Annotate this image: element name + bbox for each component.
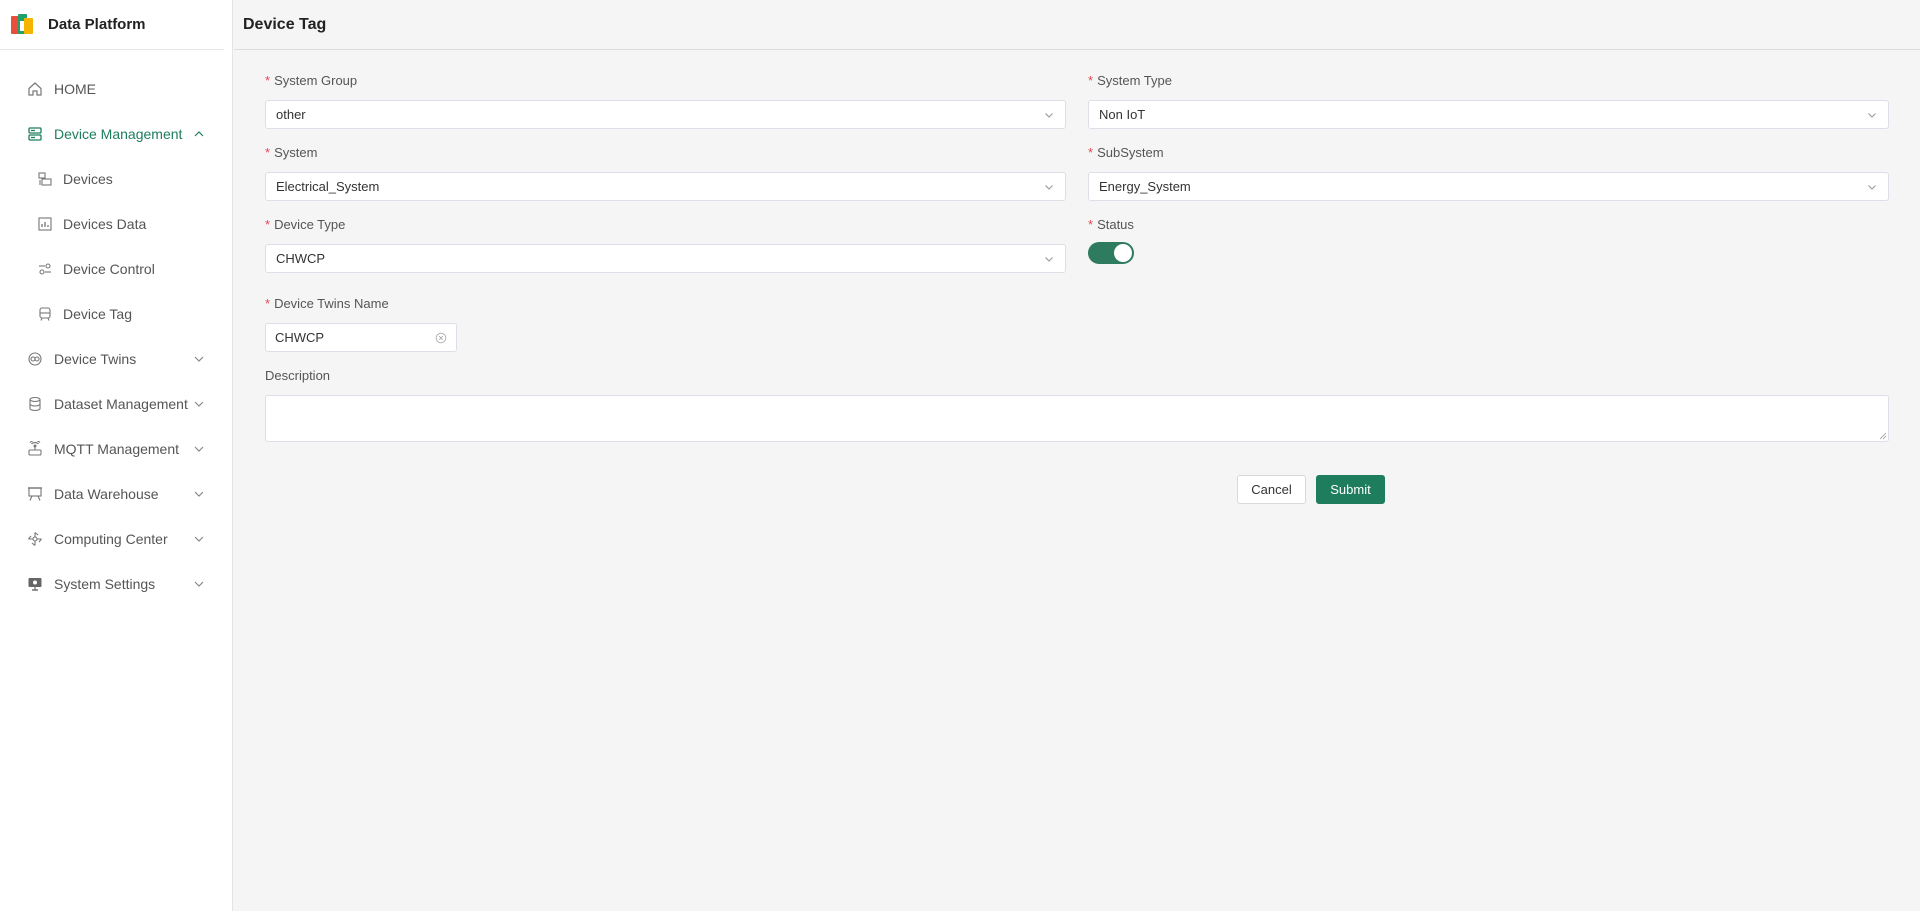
sidebar-item-label: Device Tag [63,305,133,322]
system-type-select[interactable]: Non IoT [1088,100,1889,129]
system-select[interactable]: Electrical_System [265,172,1066,201]
device-twins-name-label: * Device Twins Name [265,296,389,311]
home-icon [26,80,44,98]
system-value: Electrical_System [276,179,380,194]
required-mark: * [1088,217,1094,232]
system-group-select[interactable]: other [265,100,1066,129]
description-field: Description [265,367,1889,442]
app-title: Data Platform [48,16,146,33]
sidebar-item-devices[interactable]: Devices [0,156,232,201]
system-type-value: Non IoT [1099,107,1146,122]
system-group-value: other [276,107,306,122]
database-icon [26,395,44,413]
brand-logo-icon [11,13,33,34]
sidebar-item-label: Computing Center [54,530,168,547]
device-control-icon [36,260,54,278]
sidebar-item-home[interactable]: HOME [0,66,232,111]
sidebar-item-label: Device Twins [54,350,137,367]
submit-button[interactable]: Submit [1316,475,1385,504]
description-textarea[interactable] [265,395,1889,442]
status-field: * Status [1088,216,1889,264]
sidebar-item-label: Devices [63,170,113,187]
system-type-label: * System Type [1088,73,1172,88]
chevron-down-icon [194,581,204,587]
device-type-field: * Device Type CHWCP [265,216,1066,273]
device-type-value: CHWCP [276,251,326,266]
sidebar-item-label: Dataset Management [54,395,188,412]
chevron-down-icon [194,401,204,407]
subsystem-value: Energy_System [1099,179,1191,194]
device-management-submenu: Devices Devices Data Device Control Devi… [0,156,232,336]
required-mark: * [265,296,271,311]
sidebar-item-device-tag[interactable]: Device Tag [0,291,232,336]
device-twins-name-input[interactable]: CHWCP [265,323,457,352]
sidebar-item-device-management[interactable]: Device Management [0,111,232,156]
subsystem-select[interactable]: Energy_System [1088,172,1889,201]
required-mark: * [1088,73,1094,88]
mqtt-icon [26,440,44,458]
sidebar-item-label: MQTT Management [54,440,180,457]
main-content: Device Tag * System Group other * System T… [234,0,1920,911]
sidebar-item-device-control[interactable]: Device Control [0,246,232,291]
subsystem-field: * SubSystem Energy_System [1088,144,1889,201]
monitor-settings-icon [26,575,44,593]
status-label: * Status [1088,217,1134,232]
chevron-down-icon [194,491,204,497]
required-mark: * [265,73,271,88]
sidebar-item-devices-data[interactable]: Devices Data [0,201,232,246]
chevron-down-icon [1045,185,1053,190]
description-label: Description [265,368,331,383]
sidebar-item-label: Data Warehouse [54,485,159,502]
brand: Data Platform [0,0,224,50]
page-title: Device Tag [243,15,327,33]
subsystem-label: * SubSystem [1088,145,1164,160]
device-management-icon [26,125,44,143]
chevron-up-icon [194,131,204,137]
required-mark: * [265,145,271,160]
warehouse-icon [26,485,44,503]
chevron-down-icon [1868,185,1876,190]
system-type-field: * System Type Non IoT [1088,72,1889,129]
cancel-button[interactable]: Cancel [1237,475,1306,504]
system-group-label: * System Group [265,73,358,88]
chevron-down-icon [1045,113,1053,118]
chevron-down-icon [1868,113,1876,118]
system-field: * System Electrical_System [265,144,1066,201]
sidebar-item-system-settings[interactable]: System Settings [0,561,232,606]
device-twins-name-value: CHWCP [275,330,325,345]
device-type-select[interactable]: CHWCP [265,244,1066,273]
sidebar-item-data-warehouse[interactable]: Data Warehouse [0,471,232,516]
sidebar-item-label: System Settings [54,575,156,592]
sidebar-item-dataset-management[interactable]: Dataset Management [0,381,232,426]
sidebar-item-mqtt-management[interactable]: MQTT Management [0,426,232,471]
sidebar: Data Platform HOME Device Management Dev… [0,0,233,911]
devices-icon [36,170,54,188]
required-mark: * [265,217,271,232]
chevron-down-icon [194,356,204,362]
sidebar-item-device-twins[interactable]: Device Twins [0,336,232,381]
computing-icon [26,530,44,548]
resize-grip-icon[interactable] [1879,432,1887,440]
toggle-knob [1114,244,1132,262]
page-header: Device Tag [234,0,1920,50]
device-twins-icon [26,350,44,368]
device-type-label: * Device Type [265,217,346,232]
status-toggle[interactable] [1088,242,1134,264]
devices-data-icon [36,215,54,233]
required-mark: * [1088,145,1094,160]
system-label: * System [265,145,318,160]
sidebar-item-label: Device Control [63,260,155,277]
sidebar-menu: HOME Device Management Devices Devices D… [0,66,232,606]
clear-icon[interactable] [435,332,447,344]
chevron-down-icon [1045,257,1053,262]
device-tag-icon [36,305,54,323]
device-twins-name-field: * Device Twins Name CHWCP [265,295,1066,352]
system-group-field: * System Group other [265,72,1066,129]
sidebar-item-computing-center[interactable]: Computing Center [0,516,232,561]
chevron-down-icon [194,446,204,452]
sidebar-item-label: Device Management [54,125,183,142]
sidebar-item-label: HOME [54,80,96,97]
chevron-down-icon [194,536,204,542]
sidebar-item-label: Devices Data [63,215,147,232]
